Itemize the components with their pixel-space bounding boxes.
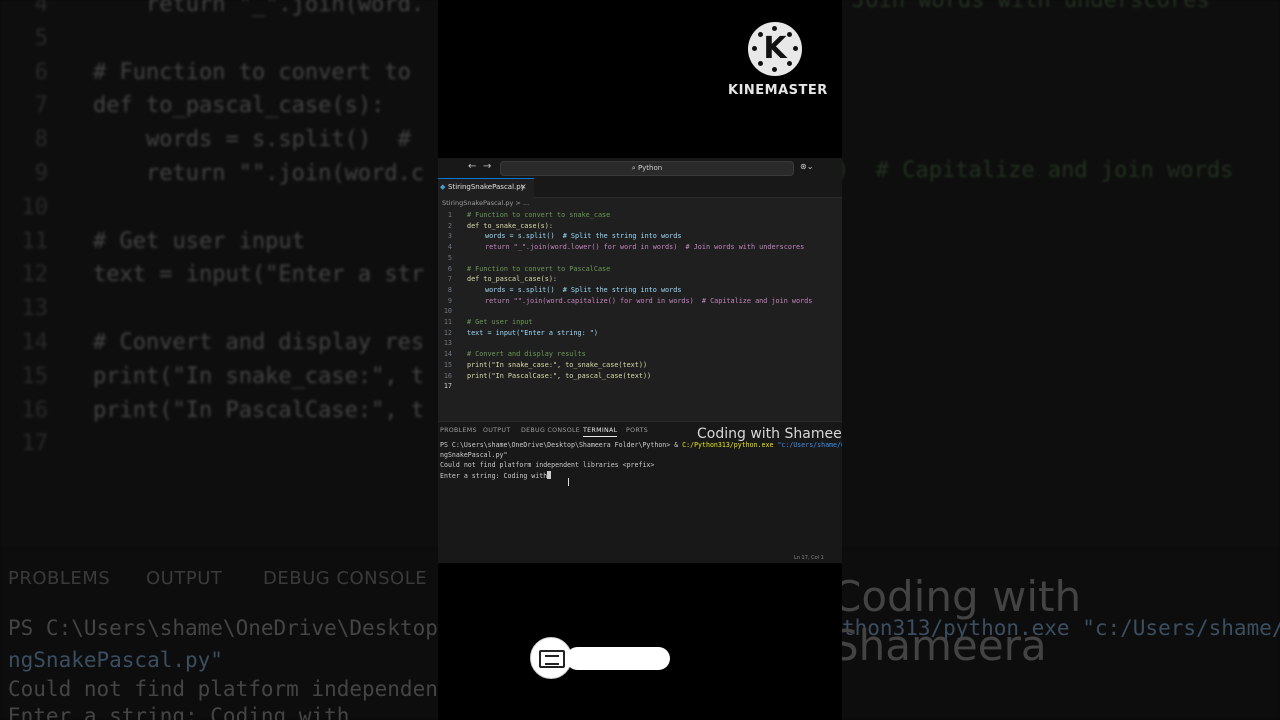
line-number: 10 bbox=[443, 307, 452, 316]
line-number: 2 bbox=[447, 221, 452, 230]
bottom-panel: PROBLEMS OUTPUT DEBUG CONSOLE TERMINAL P… bbox=[438, 421, 842, 563]
code-line[interactable]: 11 # Get user input bbox=[438, 317, 842, 328]
breadcrumb[interactable]: StiringSnakePascal.py > ... bbox=[442, 199, 529, 207]
code-line[interactable]: 9 return "".join(word.capitalize() for wo… bbox=[438, 296, 842, 307]
mouse-ibeam-cursor bbox=[568, 478, 569, 486]
terminal-line-command: PS C:\Users\shame\OneDrive\Desktop\Shame… bbox=[440, 441, 842, 449]
kinemaster-wordmark: KINEMASTER bbox=[728, 83, 828, 98]
line-number: 15 bbox=[443, 360, 452, 369]
terminal-line-warning: Could not find platform independent libr… bbox=[440, 461, 655, 469]
line-number: 8 bbox=[447, 285, 452, 294]
line-code: return "_".join(word.lower() for word in… bbox=[485, 243, 805, 252]
code-line[interactable]: 15 print("In snake_case:", to_snake_case(… bbox=[438, 360, 842, 371]
line-code: print("In snake_case:", to_snake_case(te… bbox=[467, 360, 648, 369]
line-number: 3 bbox=[447, 232, 452, 241]
panel-tab-problems[interactable]: PROBLEMS bbox=[440, 427, 477, 434]
title-bar: ← → ⌕ Python ⊛⌄ bbox=[438, 158, 842, 178]
editor-tab-label: StiringSnakePascal.py bbox=[448, 183, 525, 191]
video-watermark: Coding with Shameera bbox=[697, 426, 842, 442]
editor-tab-bar: ◆ StiringSnakePascal.py × bbox=[438, 178, 842, 198]
line-code: print("In PascalCase:", to_pascal_case(t… bbox=[467, 371, 652, 380]
line-number: 1 bbox=[447, 211, 452, 219]
command-center-search[interactable]: ⌕ Python bbox=[500, 161, 794, 176]
back-arrow-icon[interactable]: ← bbox=[468, 161, 476, 172]
panel-tab-output[interactable]: OUTPUT bbox=[483, 427, 510, 434]
line-code: def to_pascal_case(s): bbox=[467, 275, 558, 284]
status-bar: Ln 17, Col 1 bbox=[438, 555, 842, 562]
code-line[interactable]: 16 print("In PascalCase:", to_pascal_case… bbox=[438, 371, 842, 382]
terminal-arg: "c:/Users/shame/O bbox=[777, 441, 842, 449]
code-line[interactable]: 13 bbox=[438, 338, 842, 349]
panel-tab-terminal[interactable]: TERMINAL bbox=[583, 427, 618, 437]
search-icon: ⌕ bbox=[631, 164, 636, 172]
line-number: 12 bbox=[443, 328, 452, 337]
code-line[interactable]: 14 # Convert and display results bbox=[438, 349, 842, 360]
command-center-label: ⌕ Python bbox=[501, 162, 793, 175]
logo-dot bbox=[772, 67, 777, 72]
terminal-cursor bbox=[547, 471, 552, 479]
editor-tab-active[interactable]: ◆ StiringSnakePascal.py × bbox=[438, 178, 534, 198]
line-number: 16 bbox=[443, 371, 452, 380]
code-line[interactable]: 7 def to_pascal_case(s): bbox=[438, 274, 842, 285]
terminal-prompt: PS C:\Users\shame\OneDrive\Desktop\Shame… bbox=[440, 441, 683, 449]
copilot-icon[interactable]: ⊛⌄ bbox=[800, 162, 813, 171]
terminal-line-input[interactable]: Enter a string: Coding with bbox=[440, 471, 552, 480]
code-line[interactable]: 3 words = s.split() # Split the string in… bbox=[438, 231, 842, 242]
code-line[interactable]: 17 bbox=[438, 381, 842, 392]
forward-arrow-icon[interactable]: → bbox=[483, 161, 491, 172]
logo-dot bbox=[793, 46, 798, 51]
logo-dot bbox=[758, 61, 763, 66]
python-file-icon: ◆ bbox=[440, 183, 446, 191]
subscribe-pill[interactable] bbox=[566, 647, 670, 670]
line-number: 14 bbox=[443, 350, 452, 359]
vscode-window: ← → ⌕ Python ⊛⌄ ◆ StiringSnakePascal.py … bbox=[438, 158, 842, 563]
code-line[interactable]: 1 # Function to convert to snake_case bbox=[438, 210, 842, 221]
line-code: words = s.split() # Split the string int… bbox=[485, 285, 682, 294]
terminal-exe: C:/Python313/python.exe bbox=[682, 441, 774, 449]
line-number: 6 bbox=[447, 264, 452, 273]
status-position[interactable]: Ln 17, Col 1 bbox=[794, 555, 824, 561]
line-code: text = input("Enter a string: ") bbox=[467, 328, 598, 337]
line-number: 7 bbox=[447, 275, 452, 284]
code-line[interactable]: 4 return "_".join(word.lower() for word i… bbox=[438, 242, 842, 253]
logo-dot bbox=[787, 32, 792, 37]
code-line[interactable]: 12 text = input("Enter a string: ") bbox=[438, 328, 842, 339]
line-code: # Function to convert to PascalCase bbox=[467, 264, 611, 273]
line-code: # Get user input bbox=[467, 318, 533, 326]
terminal-line-wrap: ngSnakePascal.py" bbox=[440, 451, 508, 459]
terminal-input-text: Enter a string: Coding with bbox=[440, 472, 548, 480]
code-line[interactable]: 5 bbox=[438, 253, 842, 264]
line-number: 13 bbox=[443, 339, 452, 348]
line-code: # Convert and display results bbox=[467, 350, 586, 359]
logo-dot bbox=[772, 26, 777, 31]
line-code: def to_snake_case(s): bbox=[467, 221, 553, 230]
line-number: 17 bbox=[443, 382, 452, 391]
command-center-text: Python bbox=[637, 164, 663, 172]
video-frame: K KINEMASTER ← → ⌕ Python ⊛⌄ ◆ StiringSn… bbox=[438, 0, 842, 720]
line-code: words = s.split() # Split the string int… bbox=[485, 232, 682, 241]
code-line[interactable]: 2 def to_snake_case(s): bbox=[438, 221, 842, 232]
line-number: 9 bbox=[447, 296, 452, 305]
logo-dot bbox=[758, 32, 763, 37]
code-line[interactable]: 6 # Function to convert to PascalCase bbox=[438, 264, 842, 275]
code-line[interactable]: 8 words = s.split() # Split the string in… bbox=[438, 285, 842, 296]
panel-tab-ports[interactable]: PORTS bbox=[626, 427, 648, 434]
code-line[interactable]: 10 bbox=[438, 306, 842, 317]
close-icon[interactable]: × bbox=[520, 182, 527, 191]
logo-dot bbox=[752, 46, 757, 51]
line-number: 5 bbox=[447, 253, 452, 262]
kinemaster-logo: K bbox=[748, 22, 802, 76]
line-number: 4 bbox=[447, 243, 452, 252]
line-code: # Function to convert to snake_case bbox=[467, 211, 611, 219]
line-code: return "".join(word.capitalize() for wor… bbox=[485, 296, 813, 305]
line-number: 11 bbox=[443, 318, 452, 326]
logo-dot bbox=[787, 61, 792, 66]
panel-tab-debug-console[interactable]: DEBUG CONSOLE bbox=[521, 427, 580, 434]
channel-logo-icon bbox=[539, 650, 565, 668]
